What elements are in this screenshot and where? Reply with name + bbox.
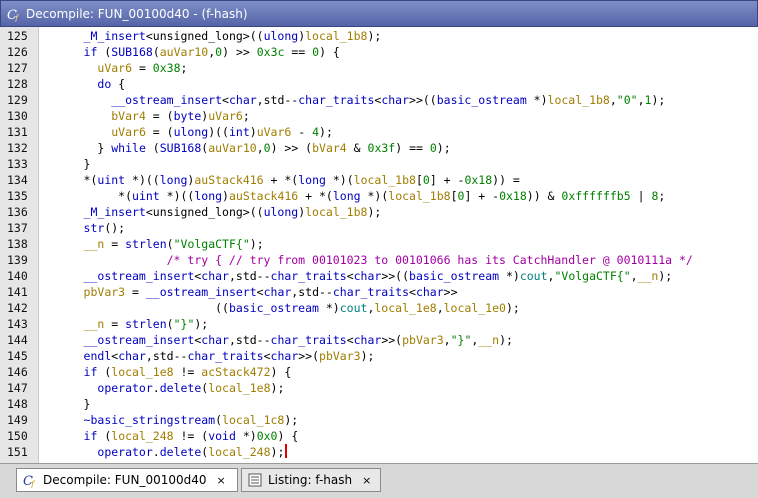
line-number: 146 [7,365,28,379]
code-text[interactable]: ((basic_ostream *)cout,local_1e8,local_1… [42,300,520,316]
line-number: 138 [7,237,28,251]
listing-icon [247,472,263,488]
code-text[interactable]: operator.delete(local_1e8); [42,380,284,396]
close-tab-decompile-icon[interactable]: × [217,474,226,487]
line-number: 143 [7,317,28,331]
code-text[interactable]: } while (SUB168(auVar10,0) >> (bVar4 & 0… [42,140,450,156]
line-number: 133 [7,157,28,171]
tab-decompile[interactable]: C f Decompile: FUN_00100d40 × [16,468,238,492]
code-line[interactable]: 149 ~basic_stringstream(local_1c8); [0,412,758,428]
code-line[interactable]: 129 __ostream_insert<char,std--char_trai… [0,92,758,108]
code-text[interactable]: ~basic_stringstream(local_1c8); [42,412,299,428]
code-line[interactable]: 134 *(uint *)((long)auStack416 + *(long … [0,172,758,188]
code-line[interactable]: 137 str(); [0,220,758,236]
code-line[interactable]: 128 do { [0,76,758,92]
line-number: 128 [7,77,28,91]
line-number: 145 [7,349,28,363]
window-title-bar[interactable]: C f Decompile: FUN_00100d40 - (f-hash) [0,0,758,27]
code-text[interactable]: do { [42,76,125,92]
code-line[interactable]: 141 pbVar3 = __ostream_insert<char,std--… [0,284,758,300]
decompile-icon: C f [22,472,38,488]
text-cursor [285,444,288,458]
line-number: 139 [7,253,28,267]
code-text[interactable]: __ostream_insert<char,std--char_traits<c… [42,268,673,284]
tab-listing-label: Listing: f-hash [268,473,353,487]
code-line[interactable]: 146 if (local_1e8 != acStack472) { [0,364,758,380]
code-text[interactable]: uVar6 = (ulong)((int)uVar6 - 4); [42,124,333,140]
line-number: 137 [7,221,28,235]
code-text[interactable]: __ostream_insert<char,std--char_traits<c… [42,332,513,348]
code-line[interactable]: 125 _M_insert<unsigned_long>((ulong)loca… [0,28,758,44]
code-text[interactable]: __n = strlen("}"); [42,316,209,332]
line-number: 132 [7,141,28,155]
line-number: 147 [7,381,28,395]
line-number: 127 [7,61,28,75]
code-line[interactable]: 127 uVar6 = 0x38; [0,60,758,76]
code-line[interactable]: 126 if (SUB168(auVar10,0) >> 0x3c == 0) … [0,44,758,60]
line-number: 144 [7,333,28,347]
code-text[interactable]: operator.delete(local_248); [42,444,288,460]
line-number: 150 [7,429,28,443]
line-number: 141 [7,285,28,299]
tab-listing[interactable]: Listing: f-hash × [241,468,381,492]
tab-bar: C f Decompile: FUN_00100d40 × Listing: f… [0,463,758,498]
code-line[interactable]: 142 ((basic_ostream *)cout,local_1e8,loc… [0,300,758,316]
code-line[interactable]: 131 uVar6 = (ulong)((int)uVar6 - 4); [0,124,758,140]
code-text[interactable]: if (SUB168(auVar10,0) >> 0x3c == 0) { [42,44,340,60]
code-text[interactable]: bVar4 = (byte)uVar6; [42,108,250,124]
line-number: 140 [7,269,28,283]
code-text[interactable]: *(uint *)((long)auStack416 + *(long *)(l… [42,188,665,204]
line-number: 136 [7,205,28,219]
line-number: 135 [7,189,28,203]
code-text[interactable]: endl<char,std--char_traits<char>>(pbVar3… [42,348,375,364]
code-text[interactable]: if (local_248 != (void *)0x0) { [42,428,299,444]
code-line[interactable]: 147 operator.delete(local_1e8); [0,380,758,396]
close-tab-listing-icon[interactable]: × [362,474,371,487]
code-text[interactable]: uVar6 = 0x38; [42,60,187,76]
code-text[interactable]: pbVar3 = __ostream_insert<char,std--char… [42,284,458,300]
code-line[interactable]: 133 } [0,156,758,172]
line-number: 151 [7,445,28,459]
code-text[interactable]: *(uint *)((long)auStack416 + *(long *)(l… [42,172,520,188]
line-number: 130 [7,109,28,123]
line-number: 129 [7,93,28,107]
code-line[interactable]: 140 __ostream_insert<char,std--char_trai… [0,268,758,284]
code-line[interactable]: 145 endl<char,std--char_traits<char>>(pb… [0,348,758,364]
code-line[interactable]: 136 _M_insert<unsigned_long>((ulong)loca… [0,204,758,220]
svg-text:f: f [30,480,36,488]
line-number: 142 [7,301,28,315]
code-line[interactable]: 139 /* try { // try from 00101023 to 001… [0,252,758,268]
svg-text:f: f [14,14,20,22]
code-line[interactable]: 138 __n = strlen("VolgaCTF{"); [0,236,758,252]
decompiler-code-view[interactable]: 125 _M_insert<unsigned_long>((ulong)loca… [0,27,758,463]
code-text[interactable]: /* try { // try from 00101023 to 0010106… [42,252,693,268]
line-number: 126 [7,45,28,59]
code-text[interactable]: _M_insert<unsigned_long>((ulong)local_1b… [42,28,382,44]
code-text[interactable]: } [42,156,91,172]
code-line[interactable]: 148 } [0,396,758,412]
code-line[interactable]: 143 __n = strlen("}"); [0,316,758,332]
line-number: 149 [7,413,28,427]
code-line[interactable]: 130 bVar4 = (byte)uVar6; [0,108,758,124]
code-line[interactable]: 135 *(uint *)((long)auStack416 + *(long … [0,188,758,204]
code-line[interactable]: 144 __ostream_insert<char,std--char_trai… [0,332,758,348]
code-text[interactable]: _M_insert<unsigned_long>((ulong)local_1b… [42,204,382,220]
line-number: 148 [7,397,28,411]
tab-decompile-label: Decompile: FUN_00100d40 [43,473,207,487]
code-text[interactable]: } [42,396,91,412]
line-number: 131 [7,125,28,139]
window-title: Decompile: FUN_00100d40 - (f-hash) [26,6,248,21]
code-text[interactable]: __n = strlen("VolgaCTF{"); [42,236,264,252]
code-text[interactable]: __ostream_insert<char,std--char_traits<c… [42,92,665,108]
line-number: 125 [7,29,28,43]
decompile-icon: C f [6,6,22,22]
code-line[interactable]: 151 operator.delete(local_248); [0,444,758,460]
code-line[interactable]: 132 } while (SUB168(auVar10,0) >> (bVar4… [0,140,758,156]
line-number: 134 [7,173,28,187]
code-text[interactable]: str(); [42,220,126,236]
code-text[interactable]: if (local_1e8 != acStack472) { [42,364,292,380]
code-line[interactable]: 150 if (local_248 != (void *)0x0) { [0,428,758,444]
